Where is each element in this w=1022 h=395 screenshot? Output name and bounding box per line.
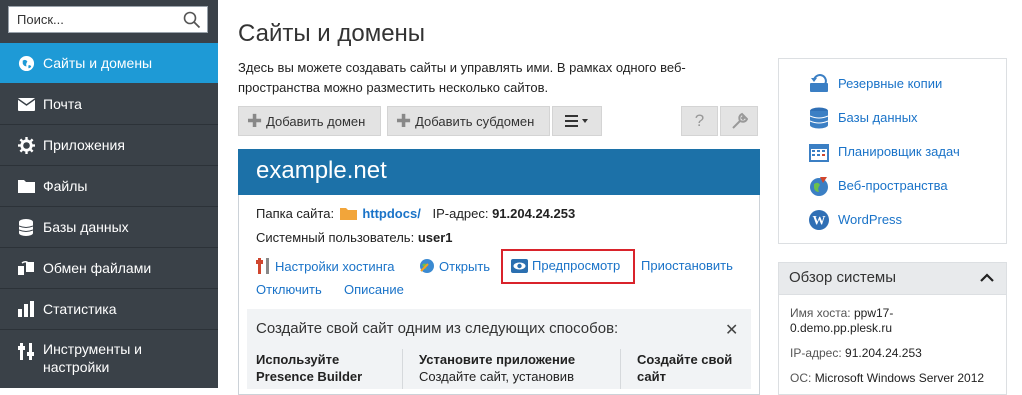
page-description: Здесь вы можете создавать сайты и управл… — [238, 60, 686, 95]
calendar-icon — [809, 144, 829, 162]
preview-highlight — [501, 249, 635, 284]
sidebar-item-statistics[interactable]: Статистика — [0, 289, 218, 329]
sidebar-item-label: Базы данных — [43, 219, 129, 235]
database-icon — [17, 218, 35, 236]
task-scheduler-link[interactable]: Планировщик задач — [808, 144, 960, 162]
globe-arrow-icon — [419, 258, 435, 274]
sidebar-item-sites-domains[interactable]: Сайты и домены — [0, 43, 218, 83]
search-icon[interactable] — [183, 11, 201, 29]
svg-text:W: W — [813, 213, 826, 228]
search-box[interactable] — [8, 6, 208, 33]
sidebar-item-mail[interactable]: Почта — [0, 84, 218, 124]
help-button[interactable]: ? — [681, 106, 718, 136]
bar-chart-icon — [17, 300, 35, 318]
system-overview-header[interactable]: Обзор системы — [778, 262, 1007, 295]
option-presence-builder[interactable]: Используйте Presence Builder — [256, 351, 362, 385]
hosting-settings-link[interactable]: Настройки хостинга — [256, 258, 395, 274]
domain-name: example.net — [256, 157, 387, 184]
system-user-line: Системный пользователь: user1 — [256, 230, 453, 245]
tools-button[interactable] — [720, 106, 758, 136]
option-install-app[interactable]: Установите приложение Создайте сайт, уста… — [419, 351, 575, 385]
hostname-line: Имя хоста: ppw17- 0.demo.pp.plesk.ru — [790, 306, 894, 335]
wordpress-icon: W — [809, 210, 829, 230]
more-menu-button[interactable] — [552, 106, 602, 136]
globe-icon — [17, 54, 35, 72]
plus-icon: ✚ — [247, 111, 263, 131]
hamburger-icon — [565, 115, 588, 127]
sidebar-item-label: Обмен файлами — [43, 260, 152, 276]
system-ip-line: IP-адрес: 91.204.24.253 — [790, 346, 922, 360]
chevron-up-icon[interactable] — [980, 273, 994, 282]
sidebar-item-label: Файлы — [43, 178, 88, 194]
plus-icon: ✚ — [396, 111, 412, 131]
sidebar-item-label: Приложения — [43, 137, 125, 153]
database-icon — [809, 107, 829, 129]
page-title: Сайты и домены — [238, 20, 426, 47]
web-globe-icon — [810, 177, 828, 196]
site-folder-line: Папка сайта: httpdocs/ IP-адрес: 91.204.… — [256, 206, 576, 221]
add-subdomain-button[interactable]: ✚ Добавить субдомен — [387, 106, 550, 136]
sidebar-item-label: Сайты и домены — [43, 55, 153, 71]
domain-card-header: example.net — [238, 149, 760, 195]
tools-icon — [256, 258, 271, 274]
folder-icon — [339, 208, 357, 220]
gear-icon — [17, 136, 35, 154]
create-site-title: Создайте свой сайт одним из следующих сп… — [256, 320, 619, 337]
sidebar-item-label: Статистика — [43, 301, 117, 317]
wordpress-link[interactable]: W WordPress — [808, 210, 902, 230]
disable-link[interactable]: Отключить — [256, 282, 322, 297]
ip-address-value: 91.204.24.253 — [492, 206, 576, 221]
description-link[interactable]: Описание — [344, 282, 404, 297]
close-icon[interactable]: ✕ — [725, 320, 738, 340]
share-icon — [17, 259, 35, 277]
os-line: ОС: Microsoft Windows Server 2012 — [790, 371, 985, 385]
wrench-icon — [732, 112, 748, 129]
option-create-own[interactable]: Создайте свой сайт — [637, 351, 732, 385]
backup-link[interactable]: Резервные копии — [808, 74, 942, 92]
sidebar-item-label: Почта — [43, 96, 82, 112]
mail-icon — [17, 95, 35, 113]
sidebar-item-file-sharing[interactable]: Обмен файлами — [0, 248, 218, 288]
tools-icon — [17, 342, 35, 360]
search-input[interactable] — [9, 7, 177, 32]
add-domain-button[interactable]: ✚ Добавить домен — [238, 106, 381, 136]
sidebar-item-tools-settings[interactable]: Инструменты и настройки — [0, 334, 218, 380]
webspaces-link[interactable]: Веб-пространства — [808, 177, 948, 196]
sidebar-item-label: Инструменты и настройки — [43, 341, 143, 375]
question-icon: ? — [694, 111, 705, 130]
open-site-link[interactable]: Открыть — [419, 258, 490, 274]
databases-link[interactable]: Базы данных — [808, 107, 918, 129]
backup-icon — [810, 74, 828, 92]
sidebar-item-applications[interactable]: Приложения — [0, 125, 218, 165]
sidebar-item-databases[interactable]: Базы данных — [0, 207, 218, 247]
suspend-link[interactable]: Приостановить — [641, 258, 733, 273]
system-user-value: user1 — [417, 230, 453, 245]
sidebar-item-files[interactable]: Файлы — [0, 166, 218, 206]
site-folder-link[interactable]: httpdocs/ — [362, 206, 421, 221]
folder-icon — [17, 177, 35, 195]
sidebar: Сайты и домены Почта Приложения Файлы Ба… — [0, 0, 218, 388]
